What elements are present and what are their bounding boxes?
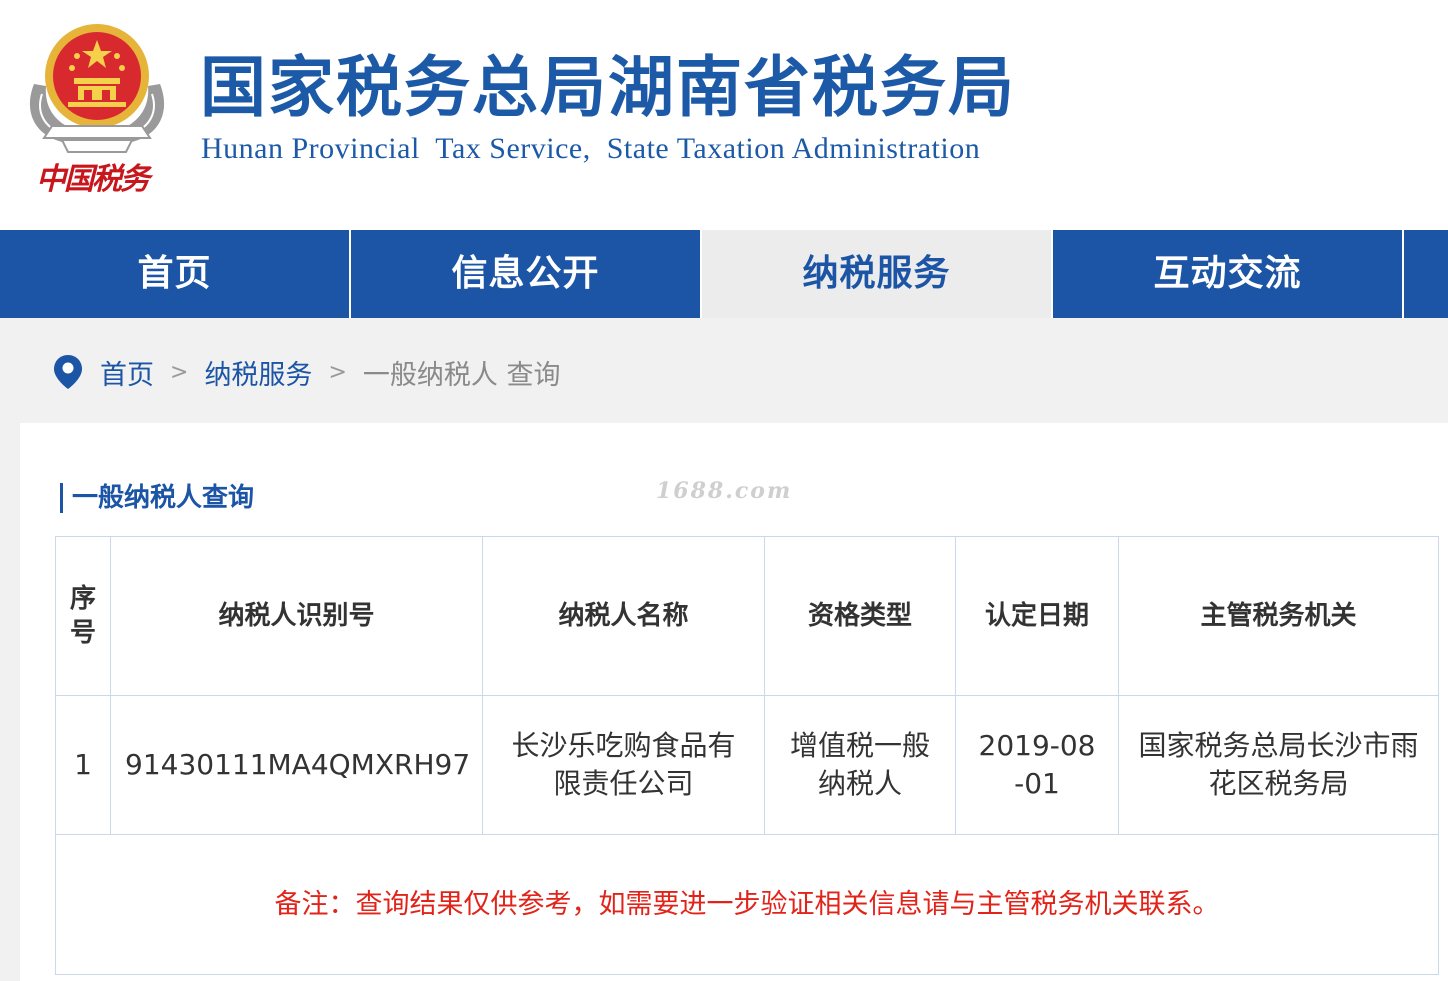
cell-authority: 国家税务总局长沙市雨花区税务局 (1118, 695, 1439, 835)
column-header-qualification: 资格类型 (764, 536, 956, 696)
location-pin-icon (54, 355, 82, 389)
emblem-caption: 中国税务 (36, 162, 150, 197)
result-panel: 一般纳税人查询 1688.com 序号 纳税人识别号 纳税人名称 资格类型 认定… (20, 423, 1448, 981)
nav-item-home[interactable]: 首页 (0, 230, 351, 318)
cell-date: 2019-08-01 (955, 695, 1119, 835)
table-row: 1 91430111MA4QMXRH97 长沙乐吃购食品有限责任公司 增值税一般… (55, 695, 1439, 835)
query-note: 备注：查询结果仅供参考，如需要进一步验证相关信息请与主管税务机关联系。 (55, 834, 1439, 975)
site-title-en: Hunan Provincial Tax Service, State Taxa… (201, 132, 981, 165)
cell-tax-id: 91430111MA4QMXRH97 (110, 695, 483, 835)
cell-qualification: 增值税一般纳税人 (764, 695, 956, 835)
column-header-tax-id: 纳税人识别号 (110, 536, 483, 696)
tax-emblem-logo[interactable]: 中国税务 (22, 14, 172, 204)
cell-seq: 1 (55, 695, 111, 835)
taxpayer-result-table: 序号 纳税人识别号 纳税人名称 资格类型 认定日期 主管税务机关 1 91430… (55, 536, 1439, 975)
chevron-right-icon: > (328, 359, 347, 385)
main-nav: 首页 信息公开 纳税服务 互动交流 (0, 230, 1448, 318)
breadcrumb-section-link[interactable]: 纳税服务 (204, 353, 312, 392)
breadcrumb-home-link[interactable]: 首页 (100, 353, 154, 392)
chevron-right-icon: > (170, 359, 189, 385)
nav-item-interaction[interactable]: 互动交流 (1053, 230, 1404, 318)
column-header-name: 纳税人名称 (482, 536, 765, 696)
column-header-seq: 序号 (55, 536, 111, 696)
column-header-authority: 主管税务机关 (1118, 536, 1439, 696)
nav-item-tax-service[interactable]: 纳税服务 (702, 230, 1053, 318)
nav-item-info-disclosure[interactable]: 信息公开 (351, 230, 702, 318)
cell-name: 长沙乐吃购食品有限责任公司 (482, 695, 765, 835)
table-header-row: 序号 纳税人识别号 纳税人名称 资格类型 认定日期 主管税务机关 (55, 536, 1439, 696)
column-header-date: 认定日期 (955, 536, 1119, 696)
breadcrumb: 首页 > 纳税服务 > 一般纳税人 查询 (54, 350, 560, 394)
breadcrumb-current: 一般纳税人 查询 (362, 359, 561, 391)
site-header: 中国税务 国家税务总局湖南省税务局 Hunan Provincial Tax S… (0, 0, 1448, 230)
section-title: 一般纳税人查询 (60, 483, 254, 513)
watermark: 1688.com (656, 478, 793, 504)
note-row: 备注：查询结果仅供参考，如需要进一步验证相关信息请与主管税务机关联系。 (55, 834, 1439, 975)
site-title-cn: 国家税务总局湖南省税务局 (200, 49, 1016, 126)
